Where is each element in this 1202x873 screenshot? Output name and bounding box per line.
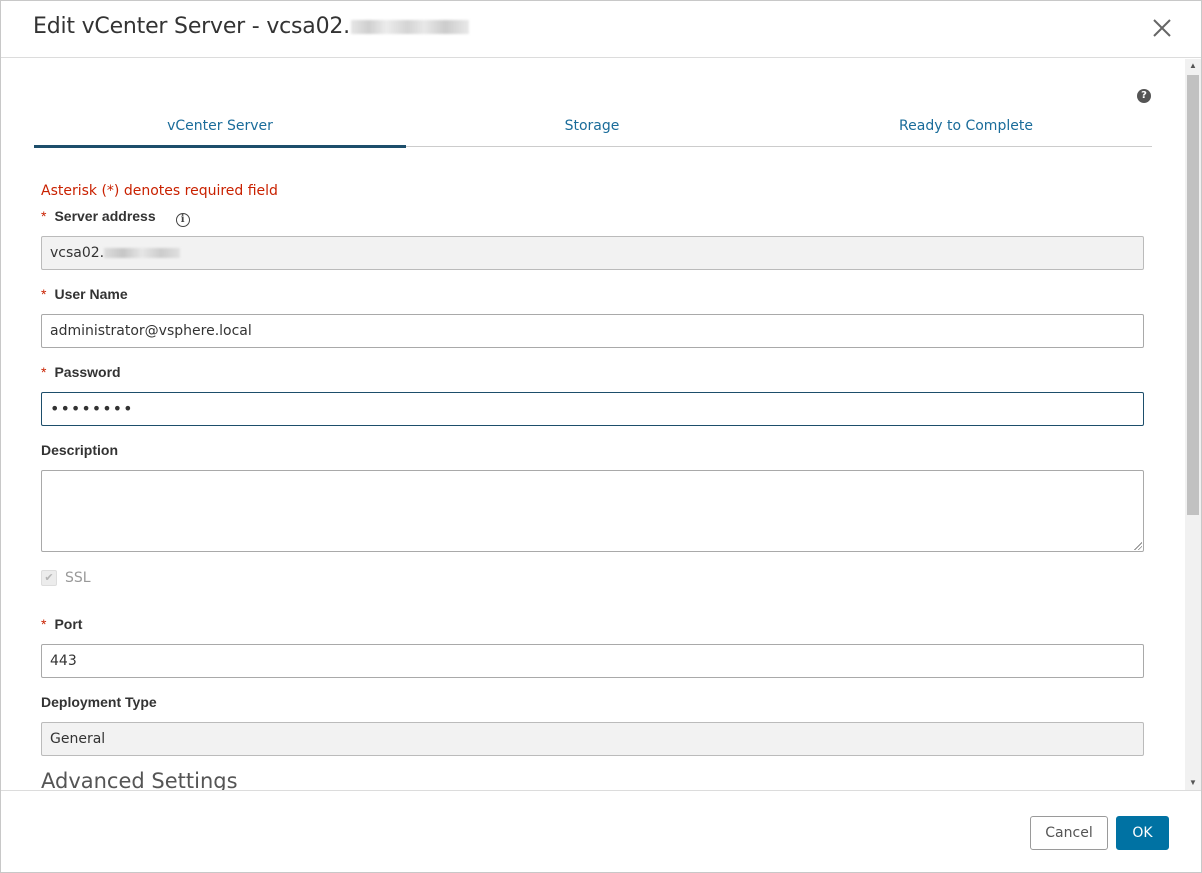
- required-marker: *: [41, 364, 47, 380]
- required-marker: *: [41, 616, 47, 632]
- redacted-domain: [350, 20, 469, 34]
- dialog-title: Edit vCenter Server - vcsa02.: [33, 14, 469, 39]
- server-address-field: vcsa02.: [41, 236, 1144, 270]
- description-label: Description: [41, 442, 119, 458]
- required-marker: *: [41, 286, 47, 302]
- vertical-scrollbar[interactable]: ▲ ▼: [1185, 59, 1201, 790]
- scroll-up-icon[interactable]: ▲: [1185, 59, 1201, 73]
- dialog-header: Edit vCenter Server - vcsa02.: [1, 1, 1201, 58]
- wizard-tabs: vCenter Server Storage Ready to Complete: [34, 113, 1152, 148]
- resize-grip-icon[interactable]: [1134, 542, 1142, 550]
- server-address-label: * Server address i: [41, 208, 190, 227]
- close-icon[interactable]: [1149, 15, 1175, 41]
- cancel-button[interactable]: Cancel: [1030, 816, 1108, 850]
- checkmark-icon: ✔: [41, 570, 57, 586]
- advanced-settings-heading[interactable]: Advanced Settings: [41, 769, 238, 790]
- deployment-type-label: Deployment Type: [41, 694, 157, 710]
- description-textarea[interactable]: [41, 470, 1144, 552]
- redacted-domain: [104, 248, 181, 258]
- port-field[interactable]: 443: [41, 644, 1144, 678]
- port-label: * Port: [41, 616, 83, 632]
- tab-ready-to-complete[interactable]: Ready to Complete: [780, 113, 1152, 147]
- dialog-footer: Cancel OK: [1, 790, 1201, 872]
- required-marker: *: [41, 208, 47, 224]
- ssl-label: SSL: [65, 570, 91, 586]
- user-name-label: * User Name: [41, 286, 128, 302]
- password-field[interactable]: ••••••••: [41, 392, 1144, 426]
- deployment-type-field: General: [41, 722, 1144, 756]
- scroll-down-icon[interactable]: ▼: [1185, 776, 1201, 790]
- info-icon[interactable]: i: [175, 213, 190, 227]
- required-field-note: Asterisk (*) denotes required field: [41, 183, 278, 199]
- ok-button[interactable]: OK: [1116, 816, 1169, 850]
- dialog-title-text: Edit vCenter Server - vcsa02.: [33, 14, 350, 39]
- tab-storage[interactable]: Storage: [406, 113, 778, 147]
- user-name-field[interactable]: administrator@vsphere.local: [41, 314, 1144, 348]
- help-icon[interactable]: ?: [1137, 89, 1151, 103]
- scrollbar-thumb[interactable]: [1187, 75, 1199, 515]
- edit-vcenter-dialog: Edit vCenter Server - vcsa02. ? vCenter …: [0, 0, 1202, 873]
- dialog-body: ? vCenter Server Storage Ready to Comple…: [1, 59, 1185, 790]
- password-label: * Password: [41, 364, 121, 380]
- tab-vcenter-server[interactable]: vCenter Server: [34, 113, 406, 148]
